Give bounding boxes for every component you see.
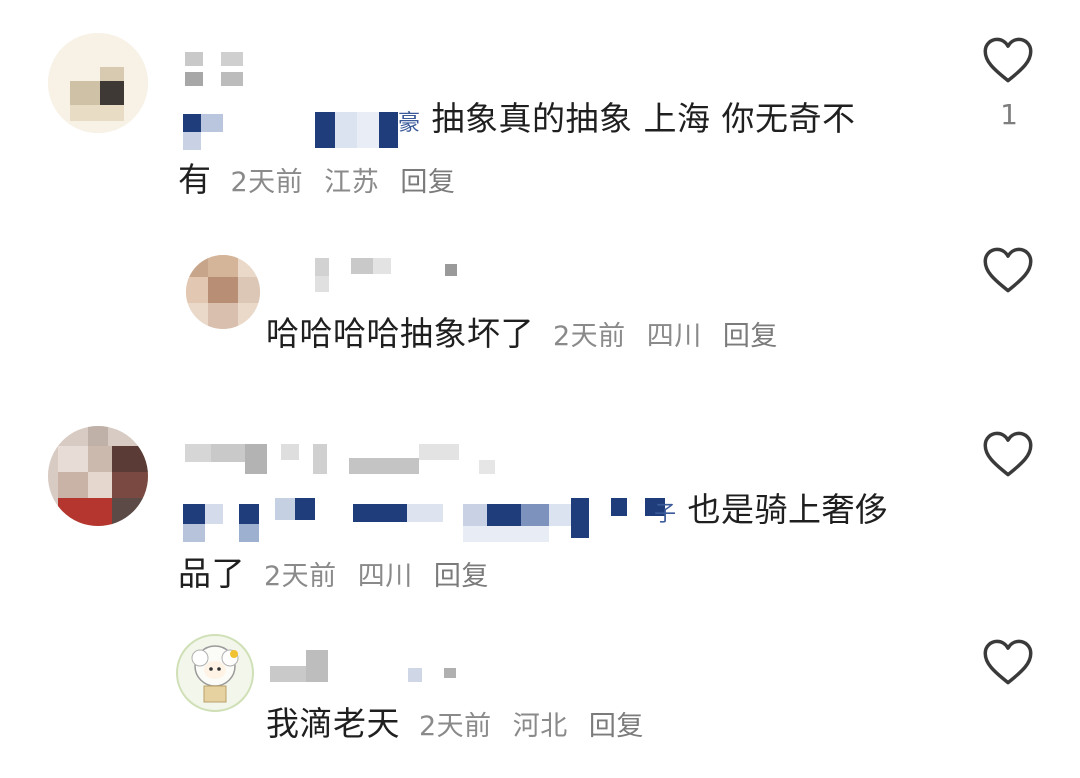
comment-3: 子 也是骑上奢侈 品了 2天前 四川 回复 xyxy=(0,400,1080,610)
avatar-mosaic xyxy=(48,33,148,133)
avatar[interactable] xyxy=(186,255,260,329)
reply-button[interactable]: 回复 xyxy=(589,711,644,742)
location: 四川 xyxy=(357,561,413,592)
comment-meta: 2天前 四川 回复 xyxy=(553,321,790,352)
avatar[interactable] xyxy=(176,634,254,712)
username-tail: 豪 xyxy=(398,111,421,136)
heart-outline-icon xyxy=(983,247,1033,293)
timestamp: 2天前 xyxy=(230,167,304,198)
heart-outline-icon xyxy=(983,639,1033,685)
reply-button[interactable]: 回复 xyxy=(434,561,489,592)
comment-text: 哈哈哈哈抽象坏了 2天前 四川 回复 xyxy=(266,310,790,361)
timestamp: 2天前 xyxy=(553,321,626,352)
comment-meta: 2天前 河北 回复 xyxy=(419,711,656,742)
avatar-mosaic xyxy=(48,426,148,526)
heart-outline-icon xyxy=(983,37,1033,83)
comment-text: 豪 抽象真的抽象 上海 你无奇不 xyxy=(398,99,856,138)
like-button[interactable] xyxy=(982,430,1034,482)
username-censored[interactable] xyxy=(185,440,495,474)
heart-outline-icon xyxy=(983,431,1033,477)
like-count: 1 xyxy=(1000,98,1018,131)
username-censored[interactable] xyxy=(315,258,465,292)
like-button[interactable] xyxy=(982,36,1034,88)
comment-meta: 2天前 江苏 回复 xyxy=(231,167,468,198)
avatar[interactable] xyxy=(48,33,148,133)
location: 江苏 xyxy=(324,167,380,198)
location: 四川 xyxy=(646,321,702,352)
comment-meta: 2天前 四川 回复 xyxy=(264,561,501,592)
like-button[interactable] xyxy=(982,638,1034,690)
avatar-mosaic xyxy=(186,255,260,329)
reply-button[interactable]: 回复 xyxy=(723,321,778,352)
comment-2: 哈哈哈哈抽象坏了 2天前 四川 回复 xyxy=(0,220,1080,390)
username-tail: 子 xyxy=(654,502,677,527)
text-mosaic xyxy=(183,112,398,150)
username-censored[interactable] xyxy=(185,52,265,86)
comment-4: 我滴老天 2天前 河北 回复 xyxy=(0,620,1080,778)
comment-text: 我滴老天 2天前 河北 回复 xyxy=(266,700,656,751)
comment-text-line2: 有 2天前 江苏 回复 xyxy=(178,156,467,207)
text-mosaic xyxy=(183,498,665,542)
comment-1: 豪 抽象真的抽象 上海 你无奇不 有 2天前 江苏 回复 1 xyxy=(0,0,1080,220)
username-censored[interactable] xyxy=(270,648,470,682)
reply-button[interactable]: 回复 xyxy=(400,167,455,198)
comment-text: 子 也是骑上奢侈 xyxy=(654,490,889,529)
timestamp: 2天前 xyxy=(419,711,492,742)
location: 河北 xyxy=(512,711,568,742)
timestamp: 2天前 xyxy=(264,561,337,592)
avatar[interactable] xyxy=(48,426,148,526)
sheep-avatar-icon xyxy=(191,645,239,703)
like-button[interactable] xyxy=(982,246,1034,298)
comment-text-line2: 品了 2天前 四川 回复 xyxy=(178,550,501,601)
